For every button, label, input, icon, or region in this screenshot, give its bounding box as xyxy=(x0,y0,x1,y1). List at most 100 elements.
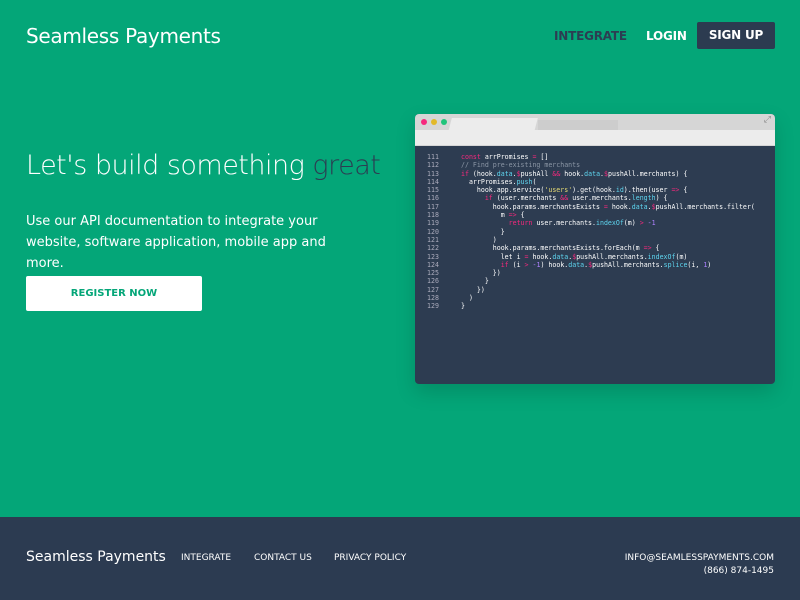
code-token: } xyxy=(461,302,465,311)
footer-integrate-link[interactable]: INTEGRATE xyxy=(181,553,231,563)
code-token: pushAll.merchants) { xyxy=(608,169,688,178)
code-token: return xyxy=(508,219,533,228)
code-token: }) xyxy=(461,285,485,294)
line-number: 112 xyxy=(427,161,439,170)
code-line: 111 const arrPromises = [] xyxy=(415,153,775,161)
code-token: hook. xyxy=(528,252,553,261)
code-token: m xyxy=(461,211,509,220)
line-number: 122 xyxy=(427,244,439,253)
code-line: 114 arrPromises. push( xyxy=(415,178,775,186)
code-token: (m) xyxy=(623,219,640,228)
line-number: 119 xyxy=(427,219,439,228)
line-number: 121 xyxy=(427,235,439,244)
code-token: pushAll xyxy=(520,169,553,178)
code-line: 121 ) xyxy=(415,236,775,244)
code-token: ).get(hook. xyxy=(572,186,616,195)
code-token: hook.app.service( xyxy=(461,186,545,195)
hero-title-main: Let's build something xyxy=(26,150,313,181)
code-token: arrPromises xyxy=(480,153,533,161)
code-line: 125 }) xyxy=(415,269,775,277)
code-token: user.merchants. xyxy=(532,219,596,228)
code-token: -1 xyxy=(647,219,656,228)
code-token: (user.merchants xyxy=(492,194,561,203)
code-token: id xyxy=(615,186,624,195)
footer-contact-link[interactable]: CONTACT US xyxy=(254,553,312,563)
nav-login-link[interactable]: LOGIN xyxy=(646,29,687,43)
code-token: indexOf xyxy=(647,252,676,261)
code-block: 111 const arrPromises = [] 112// Find pre-… xyxy=(415,146,775,311)
maximize-dot-icon xyxy=(441,119,447,125)
hero-title-accent: great xyxy=(312,150,381,181)
code-line: 113 if (hook. data. $ pushAll && hook. data. $… xyxy=(415,170,775,178)
code-token: if xyxy=(500,260,509,269)
code-line: 127 }) xyxy=(415,286,775,294)
code-line: 117 hook.params.merchantsExists = hook. d… xyxy=(415,203,775,211)
code-line: 129} xyxy=(415,302,775,310)
code-token: hook. xyxy=(607,202,632,211)
line-number: 120 xyxy=(427,227,439,236)
code-line: 122 hook.params.merchantsExists.forEach(… xyxy=(415,244,775,252)
line-number: 116 xyxy=(427,194,439,203)
code-token: && xyxy=(560,194,569,203)
code-token: => xyxy=(671,186,680,195)
code-token: ) xyxy=(707,260,712,269)
code-token: }) xyxy=(461,269,501,278)
code-token: (i, xyxy=(687,260,704,269)
code-line: 119 return user.merchants. indexOf (m) > -… xyxy=(415,219,775,227)
code-token: pushAll.merchants. xyxy=(576,252,648,261)
code-token: data xyxy=(568,260,585,269)
code-token: hook. xyxy=(560,169,585,178)
code-line: 120 } xyxy=(415,228,775,236)
line-number: 111 xyxy=(427,153,439,161)
code-token: 'users' xyxy=(544,186,573,195)
code-token: (m) xyxy=(675,252,688,261)
code-token: data xyxy=(584,169,601,178)
footer-logo[interactable]: Seamless Payments xyxy=(26,549,166,565)
code-token: let i xyxy=(461,252,525,261)
code-line: 124 if (i > -1) hook. data. $ pushAll.merch… xyxy=(415,261,775,269)
line-number: 113 xyxy=(427,169,439,178)
code-token: -1 xyxy=(532,260,541,269)
code-token: length xyxy=(631,194,656,203)
code-token: const xyxy=(461,153,481,161)
nav-integrate-link[interactable]: INTEGRATE xyxy=(554,29,627,43)
code-token: // Find pre-existing merchants xyxy=(461,161,581,170)
code-token: splice xyxy=(663,260,688,269)
code-token: pushAll.merchants. xyxy=(592,260,664,269)
code-token: ( xyxy=(532,177,537,186)
footer-phone: (866) 874-1495 xyxy=(703,566,774,576)
code-token: ).then(user xyxy=(623,186,672,195)
register-now-button[interactable]: REGISTER NOW xyxy=(26,276,202,311)
code-token: (hook. xyxy=(468,169,497,178)
hero-subtitle: Use our API documentation to integrate y… xyxy=(26,214,326,271)
sign-up-button[interactable]: SIGN UP xyxy=(697,22,775,49)
site-logo[interactable]: Seamless Payments xyxy=(26,24,221,48)
line-number: 114 xyxy=(427,177,439,186)
code-token: if xyxy=(461,169,469,178)
code-token: ) xyxy=(461,294,473,303)
code-line: 112 // Find pre-existing merchants xyxy=(415,161,775,169)
code-token: { xyxy=(679,186,688,195)
code-token: pushAll.merchants.filter( xyxy=(655,202,755,211)
footer: Seamless Payments INTEGRATE CONTACT US P… xyxy=(0,517,800,600)
code-token: data xyxy=(552,252,569,261)
code-token: hook.params.merchantsExists xyxy=(461,202,604,211)
line-number: 125 xyxy=(427,269,439,278)
code-token: ) hook. xyxy=(540,260,569,269)
expand-icon: ⤢ xyxy=(763,115,771,125)
footer-privacy-link[interactable]: PRIVACY POLICY xyxy=(334,553,406,563)
code-token: { xyxy=(651,244,660,253)
code-token: push xyxy=(516,177,533,186)
line-number: 126 xyxy=(427,277,439,286)
footer-email[interactable]: INFO@SEAMLESSPAYMENTS.COM xyxy=(625,553,774,563)
line-number: 118 xyxy=(427,211,439,220)
line-number: 127 xyxy=(427,285,439,294)
code-token: if xyxy=(484,194,493,203)
code-token: { xyxy=(516,211,525,220)
code-token: => xyxy=(508,211,517,220)
browser-chrome: ⤢ xyxy=(415,114,775,146)
hero-title: Let's build something great xyxy=(26,150,381,181)
